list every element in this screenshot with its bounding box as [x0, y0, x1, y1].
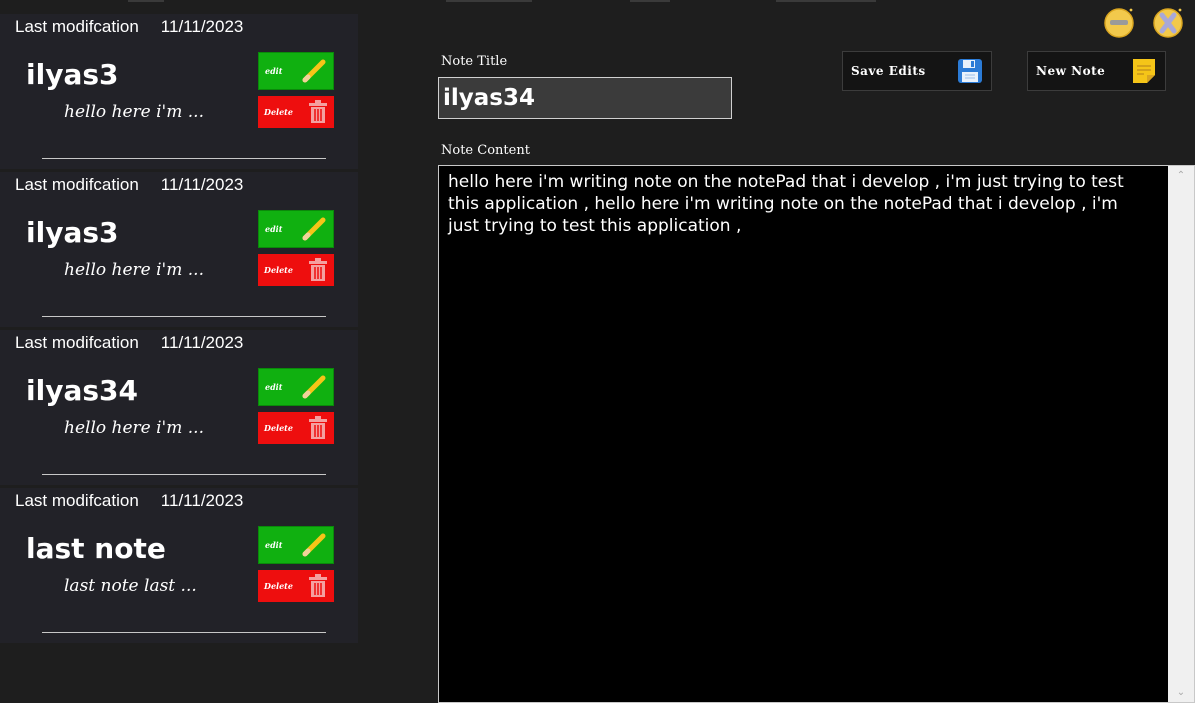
- save-edits-button[interactable]: Save Edits: [842, 51, 992, 91]
- delete-note-button[interactable]: Delete: [258, 412, 334, 444]
- note-modified-row: Last modifcation 11/11/2023: [15, 491, 243, 511]
- minimize-icon: [1104, 8, 1134, 38]
- edit-button-label: edit: [265, 224, 283, 234]
- note-card[interactable]: Last modifcation 11/11/2023 ilyas3 hello …: [0, 14, 358, 169]
- note-title: last note: [26, 532, 166, 565]
- delete-button-label: Delete: [264, 581, 293, 591]
- note-title-label: Note Title: [441, 54, 508, 69]
- edit-button-label: edit: [265, 540, 283, 550]
- note-title: ilyas34: [26, 374, 138, 407]
- delete-button-label: Delete: [264, 265, 293, 275]
- note-card[interactable]: Last modifcation 11/11/2023 ilyas3 hello …: [0, 172, 358, 327]
- note-divider: [42, 316, 326, 317]
- new-note-button[interactable]: New Note: [1027, 51, 1166, 91]
- new-note-label: New Note: [1036, 64, 1106, 78]
- note-divider: [42, 474, 326, 475]
- pencil-icon: [302, 533, 326, 557]
- minimize-button[interactable]: [1103, 6, 1135, 38]
- trash-icon: [309, 574, 327, 597]
- edit-note-button[interactable]: edit: [258, 368, 334, 406]
- edit-note-button[interactable]: edit: [258, 526, 334, 564]
- note-card[interactable]: Last modifcation 11/11/2023 last note las…: [0, 488, 358, 643]
- note-title-input[interactable]: [438, 77, 732, 119]
- delete-note-button[interactable]: Delete: [258, 96, 334, 128]
- trash-icon: [309, 100, 327, 123]
- edit-note-button[interactable]: edit: [258, 210, 334, 248]
- scroll-up-arrow[interactable]: ⌃: [1177, 170, 1185, 181]
- note-card[interactable]: Last modifcation 11/11/2023 ilyas34 hello…: [0, 330, 358, 485]
- delete-button-label: Delete: [264, 107, 293, 117]
- edit-button-label: edit: [265, 66, 283, 76]
- note-divider: [42, 158, 326, 159]
- close-button[interactable]: [1152, 6, 1184, 38]
- delete-note-button[interactable]: Delete: [258, 570, 334, 602]
- note-modified-label: Last modifcation: [15, 491, 139, 510]
- floppy-disk-icon: [958, 59, 982, 83]
- note-modified-row: Last modifcation 11/11/2023: [15, 17, 243, 37]
- content-scrollbar[interactable]: ⌃ ⌄: [1168, 166, 1194, 702]
- pencil-icon: [302, 217, 326, 241]
- note-title: ilyas3: [26, 58, 119, 91]
- note-content-label: Note Content: [441, 143, 530, 158]
- trash-icon: [309, 258, 327, 281]
- note-preview: hello here i'm ...: [64, 418, 204, 438]
- note-modified-label: Last modifcation: [15, 175, 139, 194]
- note-preview: last note last ...: [64, 576, 197, 596]
- note-modified-row: Last modifcation 11/11/2023: [15, 175, 243, 195]
- note-content-textarea[interactable]: hello here i'm writing note on the noteP…: [438, 165, 1195, 703]
- delete-button-label: Delete: [264, 423, 293, 433]
- note-modified-date: 11/11/2023: [160, 491, 244, 510]
- note-modified-date: 11/11/2023: [160, 17, 244, 36]
- sticky-note-icon: [1133, 59, 1155, 83]
- note-preview: hello here i'm ...: [64, 102, 204, 122]
- edit-button-label: edit: [265, 382, 283, 392]
- pencil-icon: [302, 375, 326, 399]
- note-modified-date: 11/11/2023: [160, 333, 244, 352]
- delete-note-button[interactable]: Delete: [258, 254, 334, 286]
- note-preview: hello here i'm ...: [64, 260, 204, 280]
- note-modified-label: Last modifcation: [15, 17, 139, 36]
- notepad-app: Last modifcation 11/11/2023 ilyas3 hello …: [0, 0, 1195, 703]
- note-title: ilyas3: [26, 216, 119, 249]
- pencil-icon: [302, 59, 326, 83]
- notes-sidebar: Last modifcation 11/11/2023 ilyas3 hello …: [0, 14, 358, 643]
- note-modified-label: Last modifcation: [15, 333, 139, 352]
- note-content-text[interactable]: hello here i'm writing note on the noteP…: [448, 171, 1128, 237]
- save-edits-label: Save Edits: [851, 64, 926, 78]
- note-modified-row: Last modifcation 11/11/2023: [15, 333, 243, 353]
- close-icon: [1153, 8, 1183, 38]
- note-divider: [42, 632, 326, 633]
- scroll-down-arrow[interactable]: ⌄: [1177, 687, 1185, 698]
- trash-icon: [309, 416, 327, 439]
- note-modified-date: 11/11/2023: [160, 175, 244, 194]
- edit-note-button[interactable]: edit: [258, 52, 334, 90]
- top-edge: [0, 0, 1195, 4]
